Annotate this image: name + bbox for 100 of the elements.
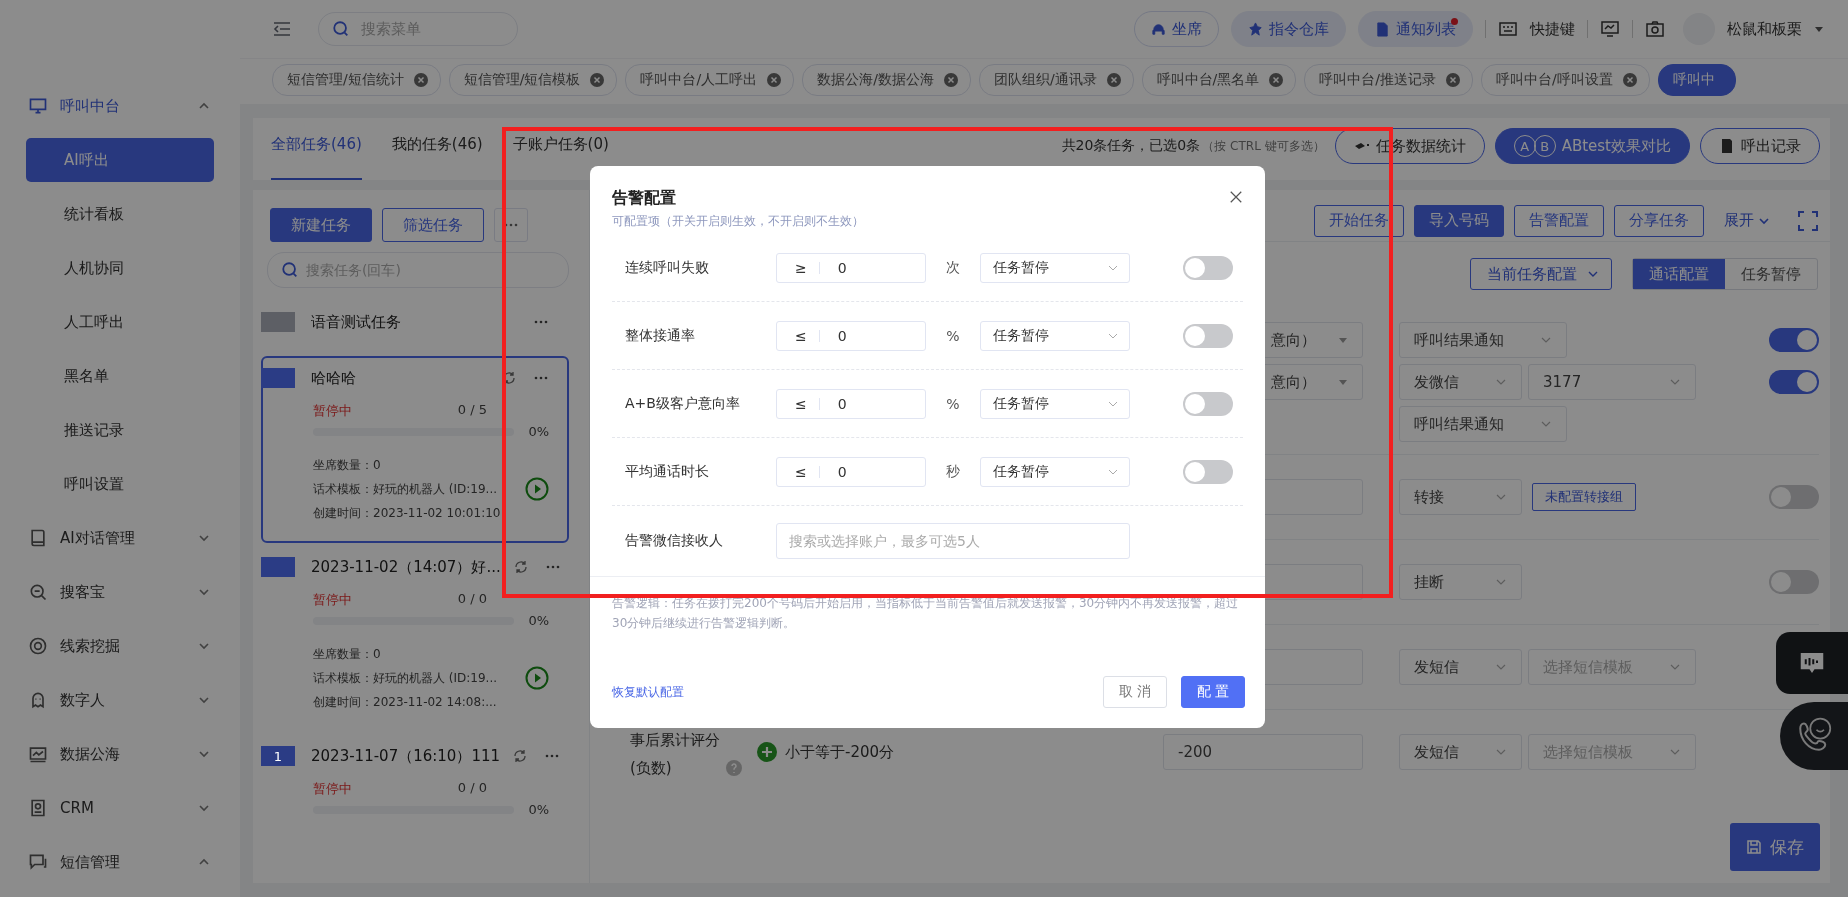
toolbar-button[interactable]: 通知列表 [1358, 11, 1473, 47]
toolbar-button[interactable]: 分享任务 [1614, 204, 1704, 237]
sidebar-label[interactable]: AI对话管理 [60, 528, 186, 548]
cancel-button[interactable]: 取 消 [1103, 676, 1167, 708]
close-icon[interactable] [943, 72, 958, 87]
scope-dropdown[interactable]: 当前任务配置 [1470, 258, 1612, 290]
toggle-switch[interactable] [1769, 328, 1819, 352]
play-icon[interactable] [525, 477, 549, 501]
play-icon[interactable] [525, 666, 549, 690]
sidebar-label[interactable]: CRM [60, 799, 186, 817]
refresh-icon[interactable] [512, 748, 529, 764]
threshold-field[interactable]: ≤ 0 [776, 388, 926, 419]
confirm-button[interactable]: 配 置 [1181, 676, 1245, 708]
toggle-switch[interactable] [1183, 255, 1233, 280]
action-select[interactable]: 呼叫结果通知 [1399, 322, 1567, 358]
sidebar-label[interactable]: 数据公海 [60, 744, 186, 764]
add-icon[interactable] [757, 742, 777, 762]
close-icon[interactable] [1229, 190, 1243, 204]
header-button[interactable]: 呼出记录 [1700, 128, 1820, 164]
more-icon[interactable] [533, 376, 549, 380]
task-item[interactable]: 2023-11-02（14:07）好... 暂停中 0 / 0 0% 坐席数量：0 话术模板：好玩的机器人 (ID:19... 创建时间：2023-11-02 14:08:... [261, 545, 569, 732]
segment-tab[interactable]: 通话配置 [1633, 259, 1725, 289]
user-name[interactable]: 松鼠和板栗 [1727, 19, 1802, 39]
fullscreen-icon[interactable] [1798, 210, 1818, 231]
menu-icon[interactable] [272, 19, 292, 39]
sidebar-label[interactable]: 搜客宝 [60, 582, 186, 602]
task-tab[interactable]: 全部任务(46) [271, 118, 362, 180]
sidebar-label[interactable]: 呼叫中台 [60, 96, 186, 116]
toggle-switch[interactable] [1183, 459, 1233, 484]
sidebar-item[interactable]: 短信管理 [0, 835, 240, 889]
toolbar-button[interactable]: 坐席 [1134, 11, 1219, 47]
page-tab[interactable]: 呼叫中台/呼叫设置 [1481, 63, 1650, 96]
receiver-field[interactable]: 搜索或选择账户，最多可选5人 [776, 523, 1130, 559]
sidebar-item[interactable]: 数据公海 [0, 727, 240, 781]
sidebar-item[interactable]: 数字人 [0, 673, 240, 727]
filter-task-button[interactable]: 筛选任务 [382, 208, 484, 242]
caret-icon[interactable] [1814, 24, 1824, 34]
toggle-switch[interactable] [1769, 485, 1819, 509]
page-tab[interactable]: 团队组织/通讯录 [978, 63, 1134, 96]
sidebar-subitem[interactable]: 黑名单 [26, 354, 214, 398]
page-tab[interactable]: 短信管理/短信模板 [448, 63, 618, 96]
reset-default-link[interactable]: 恢复默认配置 [612, 683, 684, 701]
action-select[interactable]: 发短信 [1399, 649, 1522, 685]
sidebar-item[interactable]: CRM [0, 781, 240, 835]
toggle-switch[interactable] [1183, 391, 1233, 416]
sidebar-subitem[interactable]: 呼叫设置 [26, 462, 214, 506]
toolbar-button[interactable]: 告警配置 [1514, 204, 1604, 237]
sidebar-subitem[interactable]: 人机协同 [26, 246, 214, 290]
threshold-field[interactable]: ≤ 0 [776, 456, 926, 487]
toggle-switch[interactable] [1183, 323, 1233, 348]
task-item[interactable]: 1 2023-11-07（16:10）111 暂停中 0 / 0 0% [261, 734, 569, 835]
page-tab[interactable]: 呼叫中台/推送记录 [1304, 63, 1474, 96]
action-select[interactable]: 任务暂停 [980, 456, 1130, 487]
action-select[interactable]: 呼叫结果通知 [1399, 406, 1567, 442]
page-tab[interactable]: 呼叫中台/人工呼出 [625, 63, 795, 96]
chevron-icon[interactable] [198, 748, 210, 760]
camera-icon[interactable] [1645, 19, 1665, 39]
more-icon[interactable] [544, 565, 561, 569]
voice-chat-button[interactable] [1776, 632, 1848, 694]
action-select[interactable]: 任务暂停 [980, 252, 1130, 283]
sidebar-item[interactable]: 搜客宝 [0, 565, 240, 619]
sidebar-label[interactable]: 线索挖掘 [60, 636, 186, 656]
threshold-field[interactable]: ≥ 0 [776, 252, 926, 283]
sidebar-item[interactable]: 呼叫中台 [0, 79, 240, 133]
save-button[interactable]: 保存 [1730, 823, 1820, 871]
sidebar-label[interactable]: 短信管理 [60, 852, 186, 872]
sidebar-subitem[interactable]: 人工呼出 [26, 300, 214, 344]
close-icon[interactable] [590, 72, 605, 87]
sidebar-subitem[interactable]: 统计看板 [26, 192, 214, 236]
task-item[interactable]: 哈哈哈 暂停中 0 / 5 0% 坐席数量：0 话术模板：好玩的机器人 (ID:19... 创建时间：2023-11-02 10:01:10 [261, 356, 569, 543]
toggle-switch[interactable] [1769, 370, 1819, 394]
page-tab[interactable]: 短信管理/短信统计 [272, 63, 441, 96]
page-tab[interactable]: 呼叫中台/黑名单 [1141, 63, 1297, 96]
task-item[interactable]: 语音测试任务 [261, 288, 569, 354]
close-icon[interactable] [413, 72, 428, 87]
phone-button[interactable] [1780, 702, 1848, 770]
action-select[interactable]: 发微信 [1399, 364, 1522, 400]
close-icon[interactable] [1269, 72, 1284, 87]
task-tab[interactable]: 我的任务(46) [391, 118, 483, 180]
close-icon[interactable] [1106, 72, 1121, 87]
chevron-icon[interactable] [198, 640, 210, 652]
shortcut-label[interactable]: 快捷键 [1530, 19, 1575, 39]
chevron-icon[interactable] [198, 802, 210, 814]
toggle-switch[interactable] [1769, 570, 1819, 594]
threshold-field[interactable]: ≤ 0 [776, 320, 926, 351]
header-button[interactable]: 任务数据统计 [1334, 128, 1485, 164]
page-tab[interactable]: 数据公海/数据公海 [802, 63, 971, 96]
action-select[interactable]: 任务暂停 [980, 320, 1130, 351]
action-select[interactable]: 转接 [1399, 479, 1522, 515]
chevron-icon[interactable] [198, 532, 210, 544]
page-tab[interactable]: 呼叫中 [1657, 63, 1736, 96]
chevron-icon[interactable] [198, 586, 210, 598]
sidebar-subitem[interactable]: 推送记录 [26, 408, 214, 452]
action-select[interactable]: 发短信 [1399, 734, 1522, 770]
action-select[interactable]: 挂断 [1399, 564, 1522, 600]
close-icon[interactable] [1622, 72, 1637, 87]
task-tab[interactable]: 子账户任务(0) [512, 118, 609, 180]
sidebar-item[interactable]: AI对话管理 [0, 511, 240, 565]
action-select[interactable]: 任务暂停 [980, 388, 1130, 419]
chevron-icon[interactable] [198, 694, 210, 706]
